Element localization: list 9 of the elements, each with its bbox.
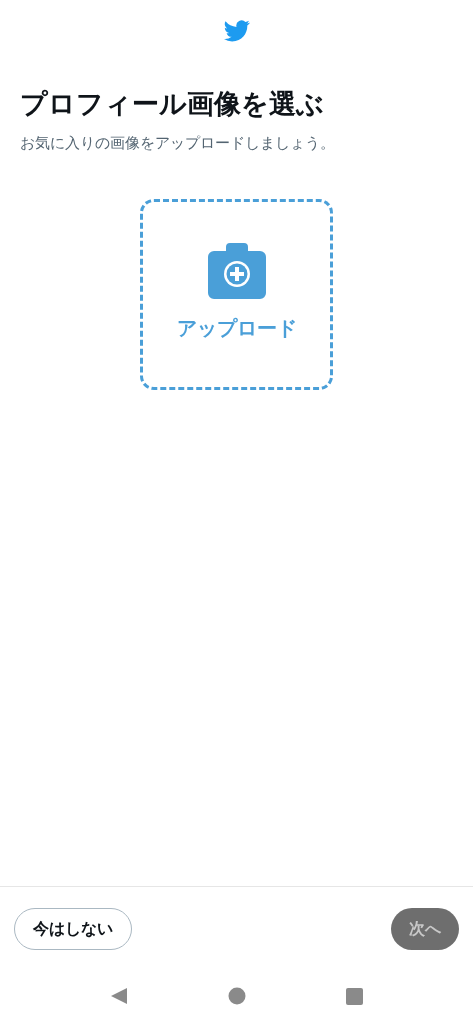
page-title: プロフィール画像を選ぶ: [19, 87, 325, 121]
recents-icon[interactable]: [346, 987, 363, 1005]
skip-button[interactable]: 今はしない: [14, 907, 132, 950]
camera-plus-icon: [207, 242, 266, 299]
bird-icon: [223, 20, 250, 42]
back-icon[interactable]: [110, 987, 128, 1005]
home-icon[interactable]: [228, 987, 246, 1005]
upload-button[interactable]: アップロード: [140, 199, 333, 390]
subtitle: お気に入りの画像をアップロードしましょう。: [19, 133, 336, 153]
